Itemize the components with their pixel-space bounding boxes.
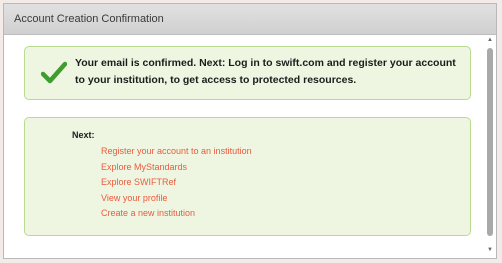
dialog-title: Account Creation Confirmation xyxy=(14,13,164,25)
check-icon xyxy=(41,61,67,84)
vertical-scrollbar[interactable]: ▲ ▼ xyxy=(486,36,494,254)
link-view-profile[interactable]: View your profile xyxy=(101,191,252,207)
next-steps-box: Next: Register your account to an instit… xyxy=(24,117,471,236)
link-explore-mystandards[interactable]: Explore MyStandards xyxy=(101,160,252,176)
confirmation-dialog: Account Creation Confirmation Your email… xyxy=(3,3,497,259)
scrollbar-thumb[interactable] xyxy=(487,48,493,236)
confirmation-message-box: Your email is confirmed. Next: Log in to… xyxy=(24,46,471,100)
scroll-down-arrow-icon[interactable]: ▼ xyxy=(486,246,494,254)
dialog-titlebar: Account Creation Confirmation xyxy=(4,4,496,35)
confirmation-message: Your email is confirmed. Next: Log in to… xyxy=(75,57,456,86)
next-steps-label: Next: xyxy=(72,130,95,140)
next-steps-list: Register your account to an institution … xyxy=(101,144,252,222)
link-explore-swiftref[interactable]: Explore SWIFTRef xyxy=(101,175,252,191)
link-register-institution[interactable]: Register your account to an institution xyxy=(101,144,252,160)
link-create-institution[interactable]: Create a new institution xyxy=(101,206,252,222)
scroll-up-arrow-icon[interactable]: ▲ xyxy=(486,36,494,44)
